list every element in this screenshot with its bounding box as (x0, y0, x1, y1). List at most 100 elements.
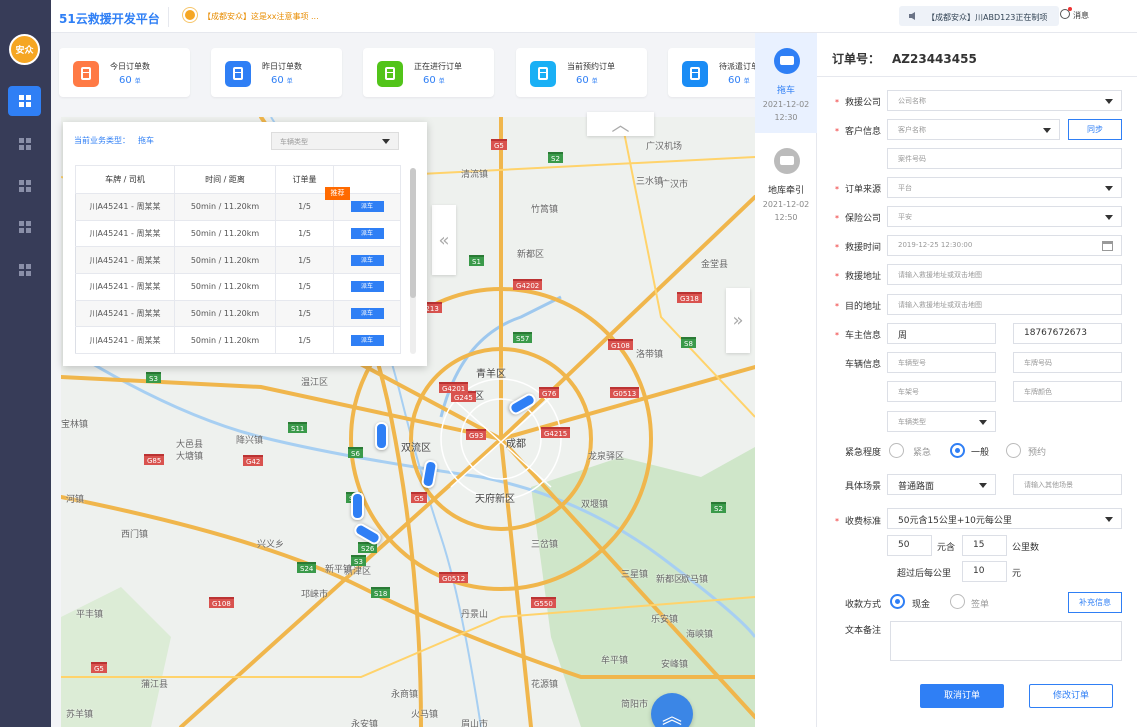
cancel-order-button[interactable]: 取消订单 (920, 684, 1004, 708)
payment-cash-radio[interactable] (890, 594, 905, 609)
collapse-top-button[interactable]: ︿ (587, 112, 654, 136)
other-scene-input[interactable]: 请输入其他场景 (1013, 474, 1122, 495)
alert-bar[interactable]: 【成都安众】川ABD123正在制项 (899, 6, 1059, 26)
dispatch-button[interactable]: 派车 (350, 308, 384, 320)
stat-card[interactable]: 今日订单数 60 单 (59, 48, 190, 97)
case-number-input[interactable]: 案件号码 (887, 148, 1122, 169)
road-shield: S2 (711, 502, 726, 513)
frame-number-input[interactable]: 车架号 (887, 381, 996, 402)
caret-down-icon (1105, 99, 1113, 104)
nav-item-3[interactable] (8, 171, 41, 201)
source-label: 订单来源 (817, 182, 881, 195)
dispatch-button[interactable]: 派车 (350, 228, 384, 240)
message-button[interactable]: 消息 (1060, 7, 1089, 21)
nav-item-2[interactable] (8, 129, 41, 159)
insurer-select[interactable]: 平安 (887, 206, 1122, 227)
chevron-up-icon: ︿ (611, 115, 630, 136)
owner-name-input[interactable]: 周 (887, 323, 996, 344)
urgency-normal-radio[interactable] (950, 443, 965, 458)
source-value: 平台 (898, 184, 912, 192)
collapse-right-button[interactable]: » (726, 288, 750, 353)
scrollbar[interactable] (410, 168, 416, 354)
time-input[interactable]: 2019-12-25 12:30:00 (887, 235, 1122, 256)
company-select[interactable]: 公司名称 (887, 90, 1122, 111)
stat-card[interactable]: 当前预约订单 60 单 (516, 48, 647, 97)
customer-select[interactable]: 客户名称 (887, 119, 1060, 140)
order-item[interactable]: 拖车 2021-12-02 12:30 (755, 33, 817, 133)
car-marker[interactable] (375, 422, 388, 450)
fee-over-input[interactable]: 10 (962, 561, 1007, 582)
clipboard-icon (377, 61, 403, 87)
vehicle-type-select[interactable]: 车辆类型 (887, 411, 996, 432)
col-plate: 车牌 / 司机 (75, 165, 175, 194)
fee-base-input[interactable]: 50 (887, 535, 932, 556)
plate-color-input[interactable]: 车牌颜色 (1013, 381, 1122, 402)
plate-cell: 川A45241 - 周某某 (75, 193, 175, 221)
road-shield: G85 (144, 454, 165, 465)
map-place-label: 海峡镇 (686, 630, 714, 640)
nav-item-5[interactable] (8, 255, 41, 285)
map-place-label: 平丰镇 (76, 610, 104, 620)
scene-select[interactable]: 普通路面 (887, 474, 996, 495)
map-place-label: 简阳市 (621, 700, 649, 710)
sun-icon (185, 10, 195, 20)
stat-unit: 单 (134, 78, 141, 85)
map-place-label: 火马镇 (411, 710, 439, 720)
remark-textarea[interactable] (890, 621, 1122, 661)
urgency-scheduled-radio[interactable] (1006, 443, 1021, 458)
stat-card[interactable]: 昨日订单数 60 单 (211, 48, 342, 97)
car-marker[interactable] (351, 492, 364, 520)
business-type-label: 当前业务类型： (74, 136, 130, 145)
nav-item-4[interactable] (8, 212, 41, 242)
nav-dashboard[interactable] (8, 86, 41, 116)
stat-unit: 单 (438, 78, 445, 85)
road-shield: G318 (677, 292, 702, 303)
dashboard-icon (18, 264, 31, 276)
divider (168, 7, 169, 27)
fee-km-input[interactable]: 15 (962, 535, 1007, 556)
dest-address-input[interactable]: 请输入救援地址或双击地图 (887, 294, 1122, 315)
modify-order-button[interactable]: 修改订单 (1029, 684, 1113, 708)
dispatch-button[interactable]: 派车 (350, 281, 384, 293)
map-place-label: 新都区 (656, 575, 684, 585)
payment-sign-radio[interactable] (950, 594, 965, 609)
expand-up-button[interactable]: ︽ (651, 693, 693, 727)
map-place-label: 洛带镇 (636, 350, 664, 360)
map-place-label: 永商镇 (391, 690, 419, 700)
caret-down-icon (1043, 128, 1051, 133)
plate-number-input[interactable]: 车牌号码 (1013, 352, 1122, 373)
map-place-label: 眉山市 (461, 720, 489, 727)
map-place-label: 温江区 (301, 378, 329, 388)
fee-over-label: 超过后每公里 (897, 569, 952, 579)
dispatch-button[interactable]: 派车 (350, 334, 384, 346)
double-chevron-right-icon: » (732, 310, 744, 331)
vehicle-model-input[interactable]: 车辆型号 (887, 352, 996, 373)
dispatch-button[interactable]: 派车 (350, 201, 384, 213)
time-cell: 50min / 11.20km (174, 246, 276, 275)
vehicle-type-select[interactable]: 车辆类型 (271, 132, 399, 150)
sync-button[interactable]: 同步 (1068, 119, 1122, 140)
truck-icon (774, 48, 800, 74)
vehicle-type-placeholder: 车辆类型 (898, 418, 926, 426)
rescue-address-input[interactable]: 请输入救援地址或双击地图 (887, 264, 1122, 285)
road-shield: G0512 (439, 572, 469, 583)
app-logo[interactable]: 安众 (9, 34, 40, 65)
urgency-urgent-radio[interactable] (889, 443, 904, 458)
collapse-left-button[interactable]: « (432, 205, 456, 275)
payment-sign-label: 签单 (971, 600, 990, 610)
rescue-address-label: 救援地址 (817, 269, 881, 282)
stat-card[interactable]: 正在进行订单 60 单 (363, 48, 494, 97)
supplement-button[interactable]: 补充信息 (1068, 592, 1122, 613)
insurer-value: 平安 (898, 213, 912, 221)
stat-value: 60 单 (728, 75, 750, 86)
map-place-label: 三岔镇 (531, 540, 559, 550)
notice-text[interactable]: 【成都安众】这是xx注意事项 ... (203, 11, 319, 22)
map-place-label: 新都区 (517, 250, 545, 260)
order-name: 地库牵引 (767, 186, 804, 196)
owner-phone-input[interactable]: 18767672673 (1013, 323, 1122, 344)
map-place-label: 青羊区 (476, 369, 506, 380)
dispatch-button[interactable]: 派车 (350, 254, 384, 266)
fee-select[interactable]: 50元含15公里+10元每公里 (887, 508, 1122, 529)
order-item[interactable]: 地库牵引 2021-12-02 12:50 (755, 133, 817, 233)
source-select[interactable]: 平台 (887, 177, 1122, 198)
